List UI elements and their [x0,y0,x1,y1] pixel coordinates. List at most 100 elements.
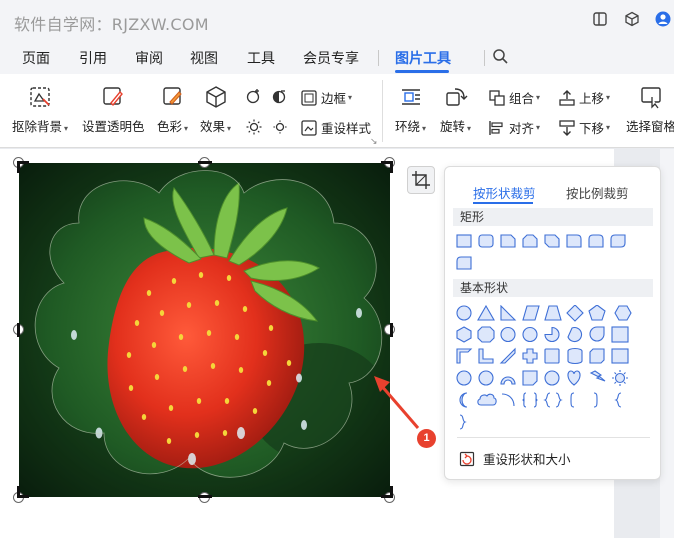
active-tab-underline [395,70,449,73]
move-down-label: 下移 [579,121,605,136]
group-icon [489,89,505,106]
wrap-text-icon [401,89,420,105]
tab-view[interactable]: 视图 [190,48,218,68]
dialog-launcher-icon[interactable]: ↘ [370,136,378,147]
align-button[interactable]: 对齐 ▾ [488,118,540,137]
set-transparent-color-button[interactable]: 设置透明色 [82,84,145,135]
search-icon[interactable] [492,48,509,65]
shape-left-bracket [570,392,575,408]
wrap-text-button[interactable]: 环绕 ▾ [395,84,426,135]
border-button[interactable]: 边框 ▾ [300,88,352,107]
crop-corner-top-right[interactable] [381,161,393,173]
shape-right-bracket [593,392,598,408]
reset-shape-icon [459,451,475,466]
ribbon-toolbar: 抠除背景 ▾ 设置透明色 色彩 ▾ 效果 ▾ 边框 ▾ 重设样式 ↘ 环绕 ▾ … [0,74,674,148]
crop-edge-top[interactable] [198,161,212,164]
menu-bar: 页面 引用 审阅 视图 工具 会员专享 图片工具 [0,40,674,74]
crop-corner-bottom-left[interactable] [17,486,29,498]
crop-edge-bottom[interactable] [198,495,212,498]
shape-hexagon [614,305,632,321]
shape-round-same-side [588,234,604,248]
shape-pentagon [588,305,606,321]
send-backward-button[interactable]: 下移 ▾ [558,118,610,137]
rotate-icon [445,88,468,106]
shape-moon [459,392,468,408]
border-icon [301,89,317,106]
basic-shapes-grid[interactable] [455,305,653,433]
remove-background-button[interactable]: 抠除背景 ▾ [12,84,68,135]
menu-separator [484,50,485,66]
shape-arc [501,393,515,407]
bring-forward-icon [559,89,575,106]
tab-crop-by-shape[interactable]: 按形状裁剪 [473,183,536,202]
effects-cube-icon [205,86,226,108]
bring-forward-button[interactable]: 上移 ▾ [558,88,610,107]
window-layout-icon[interactable] [592,11,608,27]
section-basic-shapes: 基本形状 [453,279,653,297]
shape-half-frame [456,348,473,364]
increase-brightness-icon[interactable] [245,118,263,136]
shape-diagonal-stripe [499,347,516,364]
shape-trapezoid [544,305,562,321]
scrollbar-track[interactable] [660,149,674,538]
group-button[interactable]: 组合 ▾ [488,88,540,107]
border-label: 边框 [321,91,347,106]
annotation-badge: 1 [417,429,436,448]
shape-donut [456,370,472,386]
crop-corner-top-left[interactable] [17,161,29,173]
transparent-color-icon [103,87,124,107]
tab-page[interactable]: 页面 [22,48,50,68]
ribbon-divider [382,80,383,142]
shape-lightning-bolt [589,370,606,382]
shape-double-bracket [522,392,538,408]
shape-sun [614,372,626,384]
crop-edge-right[interactable] [390,323,393,337]
shape-triangle [477,305,495,321]
shape-oval [456,305,472,321]
tab-reference[interactable]: 引用 [79,48,107,68]
crop-tool-button[interactable] [407,166,435,194]
menu-separator [378,50,379,66]
reset-shape-and-size-button[interactable]: 重设形状和大小 [459,449,571,468]
user-avatar-icon[interactable] [655,11,671,27]
decrease-contrast-icon[interactable] [271,87,289,105]
shape-diamond [566,305,584,322]
shape-snip-same-side [522,234,538,248]
tab-review[interactable]: 审阅 [135,48,163,68]
shape-l-shape [478,348,494,364]
selection-pane-button[interactable]: 选择窗格 [626,84,674,135]
cropped-image[interactable] [19,163,390,497]
set-transparent-label: 设置透明色 [82,119,145,134]
tab-tools[interactable]: 工具 [247,48,275,68]
reset-shape-label: 重设形状和大小 [483,452,571,467]
reset-style-button[interactable]: 重设样式 [300,118,371,137]
shape-rounded-rectangle [478,234,494,248]
shape-bevel [611,348,629,364]
remove-background-label: 抠除背景 [12,119,63,134]
shape-chord [567,326,583,343]
crop-edge-left[interactable] [17,323,20,337]
rotate-button[interactable]: 旋转 ▾ [440,84,471,135]
rotate-label: 旋转 [440,119,466,134]
selection-pane-label: 选择窗格 [626,119,674,134]
color-button[interactable]: 色彩 ▾ [157,84,188,135]
shape-left-brace [614,392,622,408]
align-icon [489,120,503,135]
tab-member[interactable]: 会员专享 [303,48,359,68]
cube-icon[interactable] [624,11,640,27]
watermark-text: 软件自学网：RJZXW.COM [14,15,209,34]
shape-dodecagon [522,326,538,343]
effects-button[interactable]: 效果 ▾ [200,84,231,135]
shape-folded-corner [522,370,538,386]
tab-crop-by-ratio[interactable]: 按比例裁剪 [566,183,629,202]
send-backward-icon [559,119,575,136]
decrease-brightness-icon[interactable] [271,118,289,136]
shape-heptagon [456,326,472,343]
rectangle-shapes-grid[interactable] [455,233,653,273]
crop-corner-bottom-right[interactable] [381,486,393,498]
tab-picture-tools[interactable]: 图片工具 [395,48,451,68]
shape-octagon [477,326,495,343]
increase-contrast-icon[interactable] [245,87,263,105]
color-label: 色彩 [157,119,183,134]
section-rectangle: 矩形 [453,208,653,226]
